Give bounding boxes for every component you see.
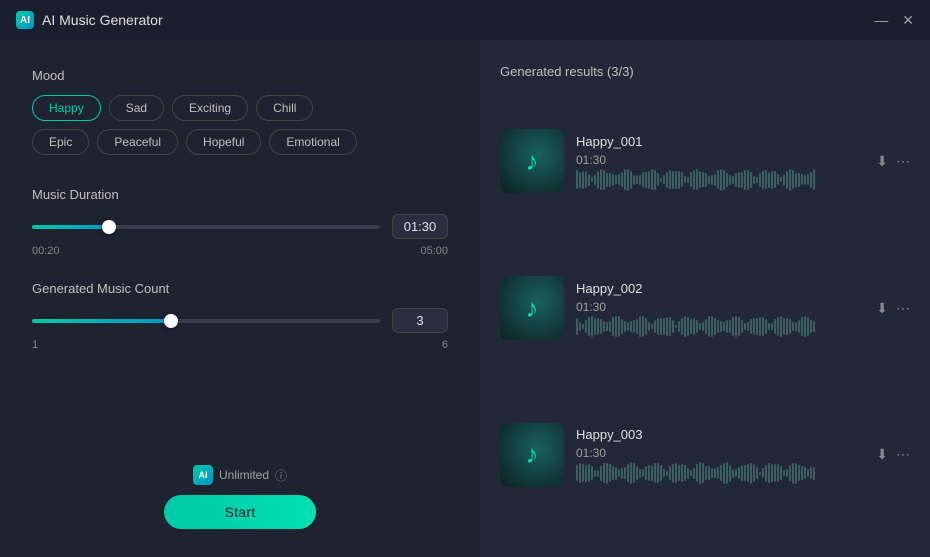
result-actions-3: ⬇ ⋯: [876, 446, 910, 463]
download-icon-3[interactable]: ⬇: [876, 446, 888, 463]
result-info-1: Happy_001 01:30: [576, 134, 864, 189]
title-bar: AI AI Music Generator — ✕: [0, 0, 930, 40]
duration-fill: [32, 225, 109, 229]
waveform-1: [576, 171, 864, 189]
download-icon-2[interactable]: ⬇: [876, 300, 888, 317]
main-container: Mood Happy Sad Exciting Chill Epic Peace…: [0, 40, 930, 557]
left-panel: Mood Happy Sad Exciting Chill Epic Peace…: [0, 40, 480, 557]
count-slider[interactable]: [32, 311, 380, 331]
mood-btn-sad[interactable]: Sad: [109, 95, 164, 121]
duration-track: [32, 225, 380, 229]
result-item-3: ♪ Happy_003 01:30 ⬇ ⋯: [500, 390, 910, 519]
count-min: 1: [32, 339, 38, 351]
result-time-3: 01:30: [576, 446, 864, 460]
result-name-1: Happy_001: [576, 134, 864, 149]
app-icon: AI: [16, 11, 34, 29]
unlimited-row: AI Unlimited ⓘ: [193, 465, 287, 485]
result-name-2: Happy_002: [576, 281, 864, 296]
result-thumb-1: ♪: [500, 129, 564, 193]
count-thumb[interactable]: [164, 314, 178, 328]
info-icon[interactable]: ⓘ: [275, 467, 287, 484]
waveform-2: [576, 318, 864, 336]
close-button[interactable]: ✕: [902, 12, 914, 29]
results-header: Generated results (3/3): [500, 64, 910, 79]
result-name-3: Happy_003: [576, 427, 864, 442]
download-icon-1[interactable]: ⬇: [876, 153, 888, 170]
more-icon-3[interactable]: ⋯: [896, 446, 910, 463]
count-slider-row: 3: [32, 308, 448, 333]
duration-slider-row: 01:30: [32, 214, 448, 239]
result-info-3: Happy_003 01:30: [576, 427, 864, 482]
right-panel: Generated results (3/3) ♪ Happy_001 01:3…: [480, 40, 930, 557]
start-button[interactable]: Start: [164, 495, 315, 529]
mood-btn-emotional[interactable]: Emotional: [269, 129, 356, 155]
minimize-button[interactable]: —: [874, 12, 888, 28]
more-icon-2[interactable]: ⋯: [896, 300, 910, 317]
duration-thumb[interactable]: [102, 220, 116, 234]
result-time-1: 01:30: [576, 153, 864, 167]
mood-label: Mood: [32, 68, 448, 83]
app-title: AI Music Generator: [42, 12, 163, 28]
more-icon-1[interactable]: ⋯: [896, 153, 910, 170]
duration-section: Music Duration 01:30 00:20 05:00: [32, 187, 448, 257]
ai-badge: AI: [193, 465, 213, 485]
mood-row-2: Epic Peaceful Hopeful Emotional: [32, 129, 448, 155]
mood-btn-chill[interactable]: Chill: [256, 95, 313, 121]
result-time-2: 01:30: [576, 300, 864, 314]
title-bar-left: AI AI Music Generator: [16, 11, 163, 29]
unlimited-label: Unlimited: [219, 468, 269, 482]
mood-btn-exciting[interactable]: Exciting: [172, 95, 248, 121]
duration-value: 01:30: [392, 214, 448, 239]
count-value: 3: [392, 308, 448, 333]
mood-btn-epic[interactable]: Epic: [32, 129, 89, 155]
result-thumb-3: ♪: [500, 423, 564, 487]
mood-section: Mood Happy Sad Exciting Chill Epic Peace…: [32, 68, 448, 163]
count-fill: [32, 319, 171, 323]
waveform-3: [576, 464, 864, 482]
count-range: 1 6: [32, 339, 448, 351]
result-info-2: Happy_002 01:30: [576, 281, 864, 336]
result-item-2: ♪ Happy_002 01:30 ⬇ ⋯: [500, 244, 910, 373]
count-label: Generated Music Count: [32, 281, 448, 296]
duration-max: 05:00: [420, 245, 448, 257]
duration-range: 00:20 05:00: [32, 245, 448, 257]
mood-btn-happy[interactable]: Happy: [32, 95, 101, 121]
music-note-icon-2: ♪: [526, 293, 539, 324]
result-actions-2: ⬇ ⋯: [876, 300, 910, 317]
duration-min: 00:20: [32, 245, 60, 257]
mood-btn-peaceful[interactable]: Peaceful: [97, 129, 178, 155]
result-actions-1: ⬇ ⋯: [876, 153, 910, 170]
mood-row-1: Happy Sad Exciting Chill: [32, 95, 448, 121]
duration-label: Music Duration: [32, 187, 448, 202]
result-thumb-2: ♪: [500, 276, 564, 340]
count-section: Generated Music Count 3 1 6: [32, 281, 448, 351]
count-track: [32, 319, 380, 323]
music-note-icon-1: ♪: [526, 146, 539, 177]
duration-slider[interactable]: [32, 217, 380, 237]
result-item-1: ♪ Happy_001 01:30 ⬇ ⋯: [500, 97, 910, 226]
bottom-bar: AI Unlimited ⓘ Start: [32, 465, 448, 529]
window-controls: — ✕: [874, 12, 914, 29]
mood-btn-hopeful[interactable]: Hopeful: [186, 129, 261, 155]
music-note-icon-3: ♪: [526, 439, 539, 470]
count-max: 6: [442, 339, 448, 351]
